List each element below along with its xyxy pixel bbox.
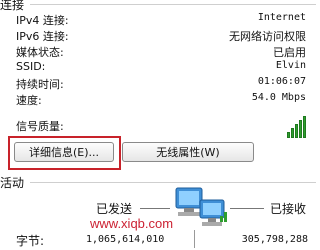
connection-row: 速度: 54.0 Mbps	[16, 92, 306, 108]
signal-bar	[303, 116, 306, 138]
details-button[interactable]: 详细信息(E)...	[14, 142, 114, 162]
connection-row: 持续时间: 01:06:07	[16, 76, 306, 92]
signal-quality-row: 信号质量:	[16, 118, 306, 134]
received-line	[230, 208, 264, 209]
signal-bar	[295, 124, 298, 138]
received-bytes-value: 305,798,288	[241, 234, 308, 245]
activity-group-title: 活动	[0, 174, 27, 191]
connection-row-label: 媒体状态:	[16, 46, 64, 59]
signal-bar	[299, 120, 302, 138]
connection-row-value: 已启用	[273, 46, 306, 59]
connection-row-value: 无网络访问权限	[229, 30, 306, 43]
sent-line	[140, 208, 170, 209]
network-computers-icon	[175, 187, 227, 226]
connection-row-label: IPv6 连接:	[16, 30, 69, 43]
connection-row: 媒体状态: 已启用	[16, 44, 306, 60]
sent-bytes-value: 1,065,614,010	[86, 234, 165, 245]
signal-quality-label: 信号质量:	[16, 120, 64, 133]
connection-row-label: 持续时间:	[16, 78, 64, 91]
connection-row-label: 速度:	[16, 94, 42, 107]
connection-row-label: IPv4 连接:	[16, 14, 69, 27]
wireless-properties-button[interactable]: 无线属性(W)	[122, 142, 254, 162]
received-label: 已接收	[270, 202, 307, 216]
watermark-text: www.xiqb.com	[90, 216, 174, 231]
connection-row: IPv6 连接: 无网络访问权限	[16, 28, 306, 44]
connection-row-value: 54.0 Mbps	[251, 92, 306, 103]
bytes-label: 字节:	[16, 234, 45, 248]
connection-row-value: Internet	[257, 12, 306, 23]
connection-row-value: 01:06:07	[257, 76, 306, 87]
wireless-properties-button-label: 无线属性(W)	[156, 146, 220, 159]
connection-divider	[30, 4, 316, 5]
connection-row: SSID: Elvin	[16, 60, 306, 76]
signal-bar	[287, 132, 290, 138]
signal-bar	[291, 128, 294, 138]
bytes-separator	[194, 230, 195, 248]
details-button-label: 详细信息(E)...	[28, 146, 100, 159]
connection-row-label: SSID:	[16, 60, 46, 73]
connection-row-value: Elvin	[275, 60, 306, 71]
connection-row: IPv4 连接: Internet	[16, 12, 306, 28]
activity-divider	[30, 182, 316, 183]
sent-label: 已发送	[96, 202, 133, 216]
signal-strength-icon	[287, 114, 306, 138]
